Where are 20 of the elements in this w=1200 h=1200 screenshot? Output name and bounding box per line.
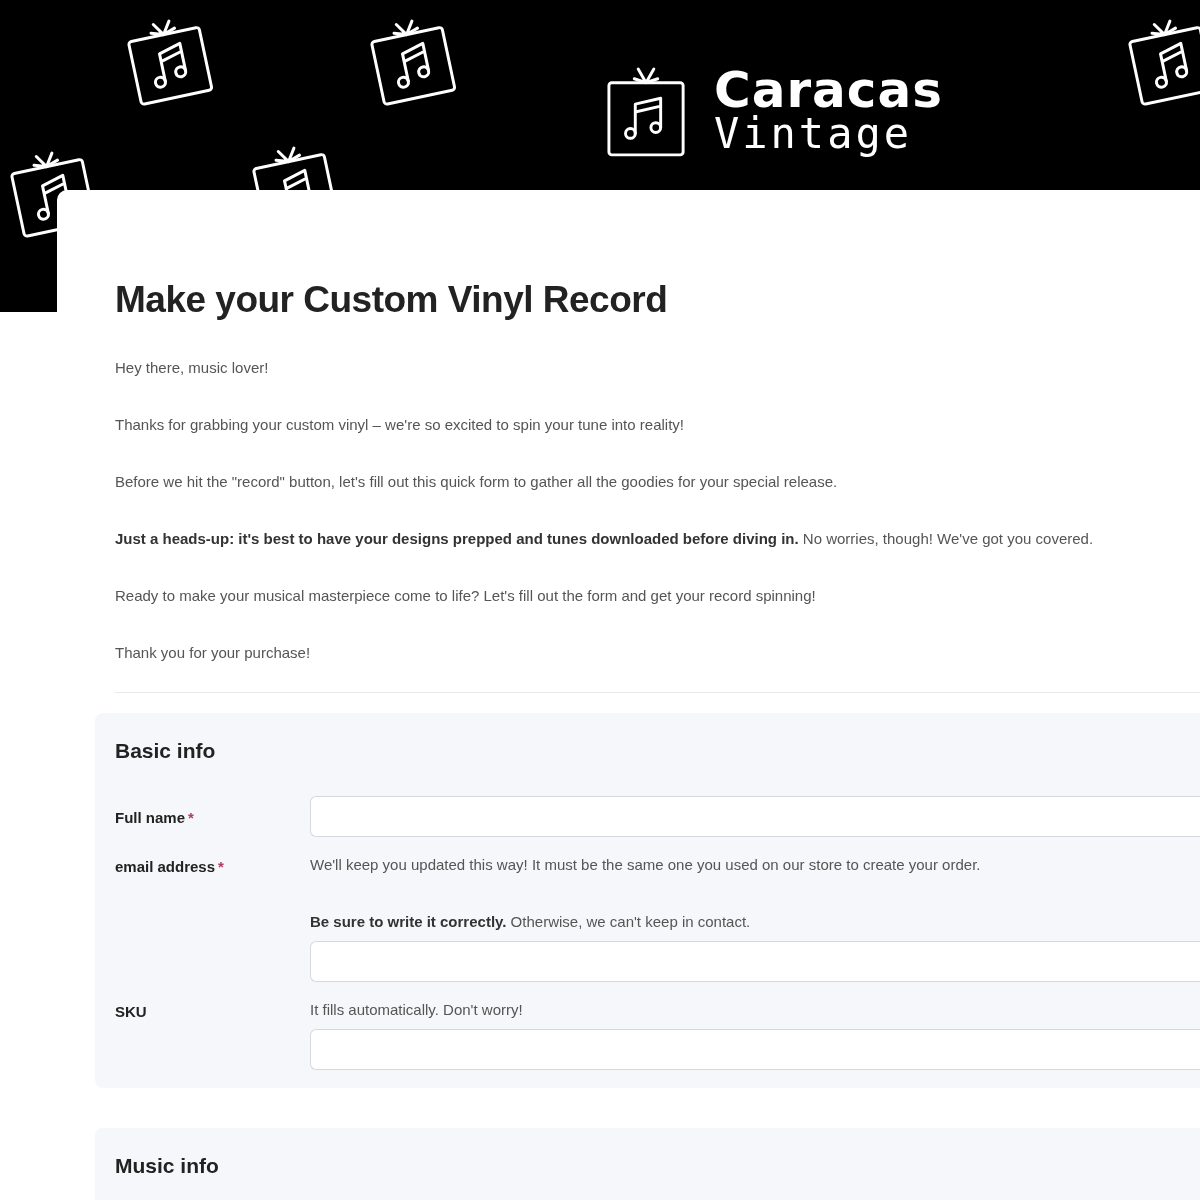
intro-paragraph: Just a heads-up: it's best to have your designs prepped and tunes downloaded before diving in. No worries, though! We've got you covered. xyxy=(115,528,1095,548)
field-label: email address * xyxy=(115,858,224,875)
input-field[interactable] xyxy=(310,796,1200,837)
intro-paragraph: Hey there, music lover! xyxy=(115,357,270,377)
intro-paragraph: Thank you for your purchase! xyxy=(115,642,312,662)
intro-paragraph: Thanks for grabbing your custom vinyl – we're so excited to spin your tune into reality! xyxy=(115,414,685,434)
brand-name: Caracas xyxy=(714,65,943,115)
section-title: Basic info xyxy=(115,737,217,764)
form-title: Make your Custom Vinyl Record xyxy=(115,278,669,322)
field-label: SKU xyxy=(115,1003,147,1020)
input-field[interactable] xyxy=(310,1029,1200,1070)
help-text: Be sure to write it correctly. Otherwise, we can't keep in contact. xyxy=(310,912,752,931)
intro-paragraph: Before we hit the "record" button, let's fill out this quick form to gather all the goodies for your special release. xyxy=(115,471,839,491)
section-title: Music info xyxy=(115,1153,220,1179)
brand-subtitle: Vintage xyxy=(714,113,913,155)
help-text: It fills automatically. Don't worry! xyxy=(310,1000,524,1019)
input-field[interactable] xyxy=(310,941,1200,982)
help-text: We'll keep you updated this way! It must be the same one you used on our store to create your order. xyxy=(310,855,982,874)
field-label: Full name * xyxy=(115,809,194,826)
intro-paragraph: Ready to make your musical masterpiece come to life? Let's fill out the form and get your record spinning! xyxy=(115,585,817,605)
